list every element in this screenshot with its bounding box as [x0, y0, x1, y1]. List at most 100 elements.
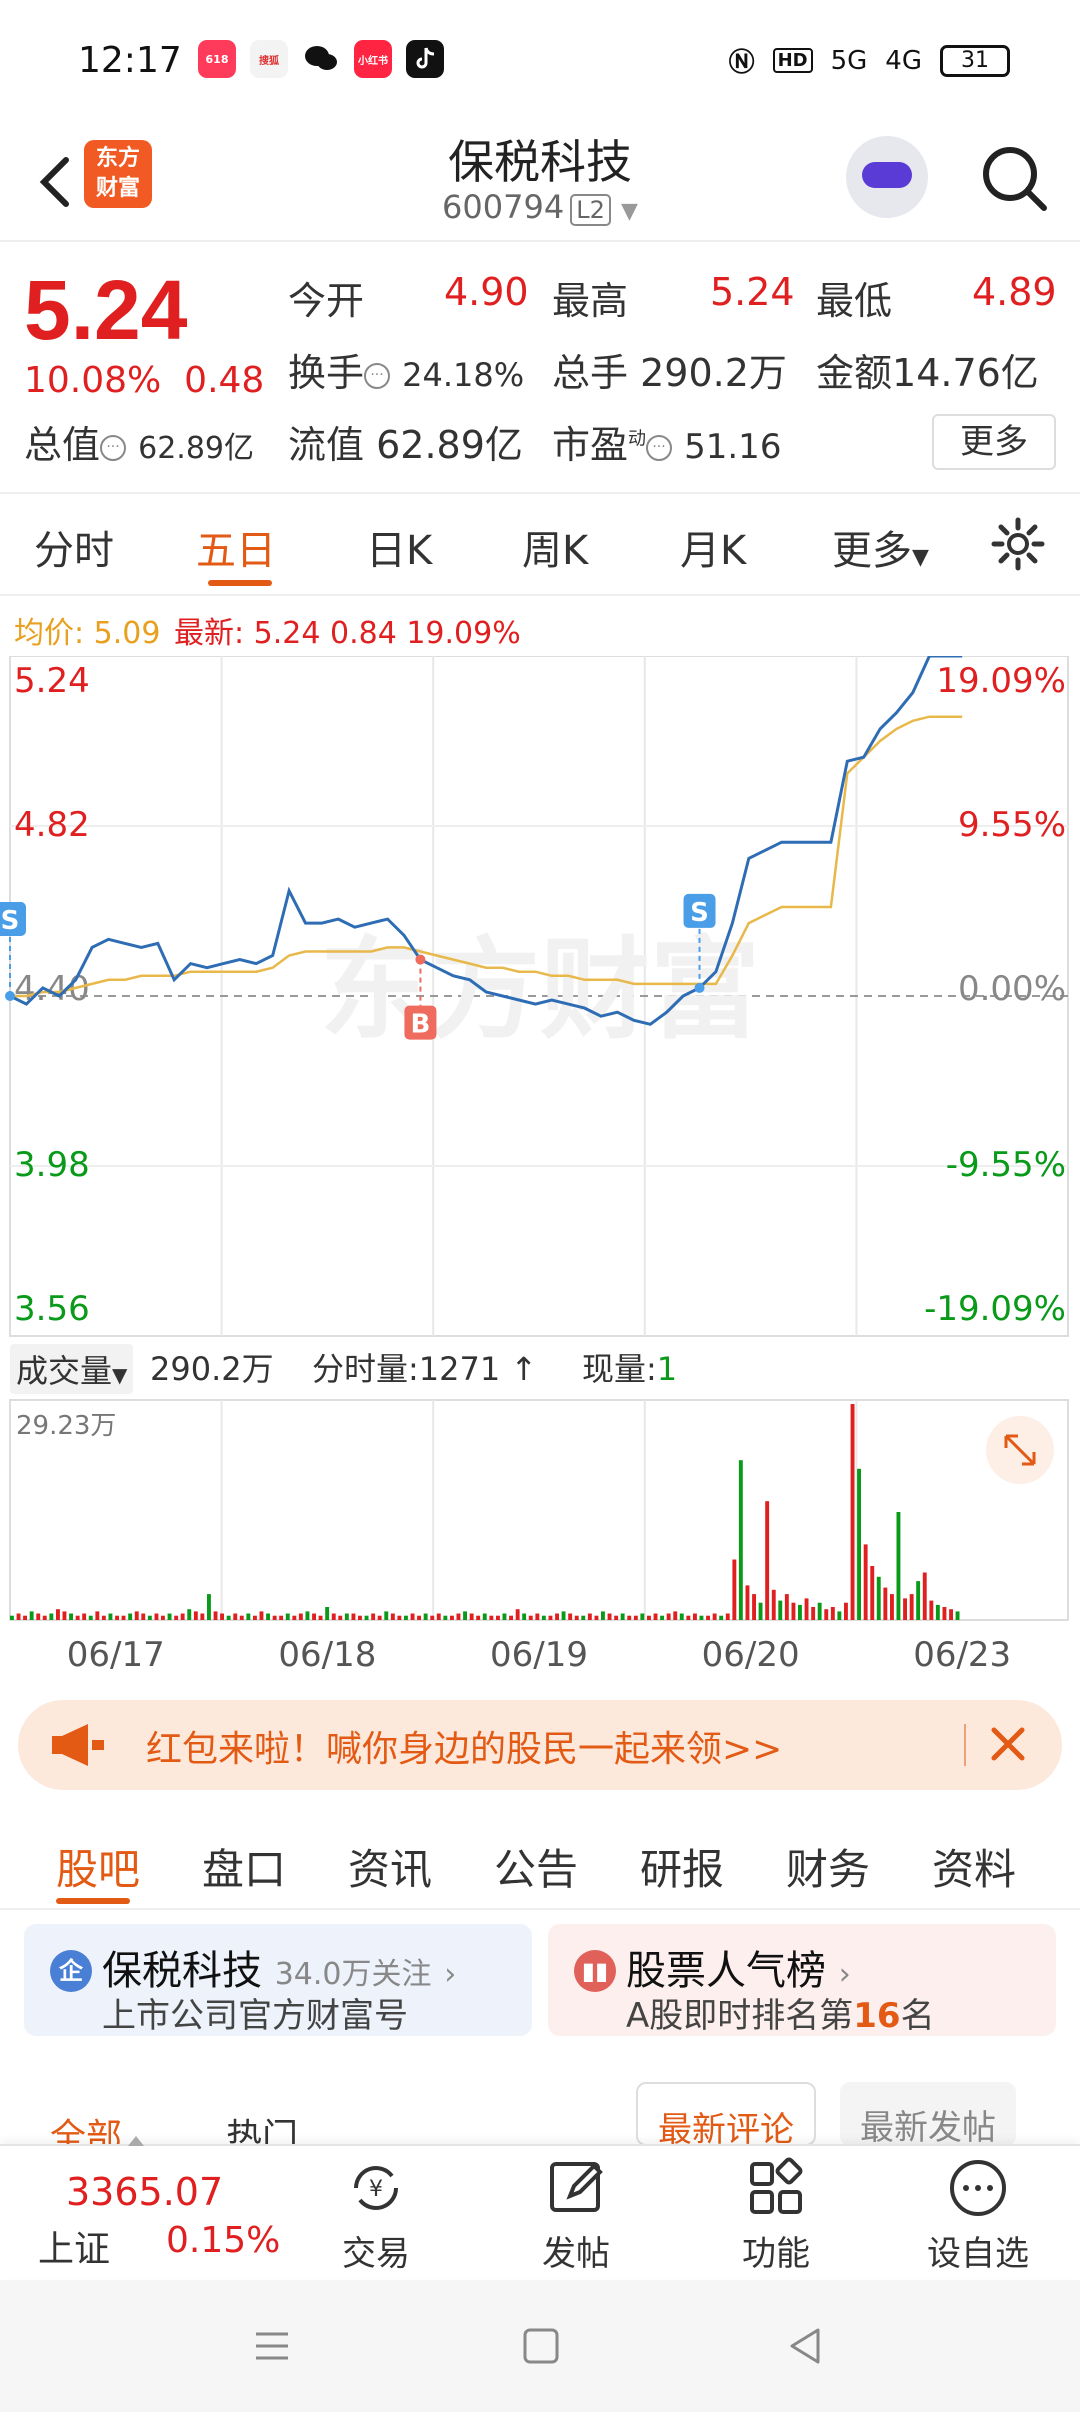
collapse-arrow-icon[interactable]	[128, 2136, 144, 2146]
volume-bar	[798, 1604, 802, 1620]
chart-legend: 均价: 5.09 最新: 5.24 0.84 19.09%	[14, 608, 521, 652]
tab-guba[interactable]: 股吧	[56, 1836, 140, 1897]
volume-bar	[647, 1615, 651, 1620]
status-app-icons: 618 搜狐 小红书	[198, 40, 444, 78]
volume-bar	[220, 1613, 224, 1620]
volume-bar	[23, 1615, 27, 1620]
volume-bar	[404, 1615, 408, 1620]
nav-post[interactable]: 发帖	[506, 2156, 646, 2275]
volume-bar	[141, 1613, 146, 1620]
volume-bar	[489, 1615, 494, 1620]
volume-bar	[686, 1615, 691, 1620]
tab-weekly-k[interactable]: 周K	[522, 518, 588, 576]
company-account-card[interactable]: 企 保税科技 34.0万关注 › 上市公司官方财富号	[24, 1924, 532, 2036]
search-icon[interactable]	[976, 140, 1052, 216]
volume-bar	[253, 1615, 257, 1620]
volume-bar	[765, 1501, 770, 1620]
latest-pct: 19.09%	[406, 616, 521, 651]
menu-icon[interactable]	[252, 2326, 292, 2366]
tab-profile[interactable]: 资料	[932, 1836, 1016, 1897]
xiaohongshu-icon: 小红书	[354, 40, 392, 78]
tick-volume: 分时量:1271 ↑	[312, 1350, 538, 1388]
megaphone-icon	[52, 1724, 104, 1766]
volume-bar	[476, 1615, 481, 1620]
tab-latest-posts[interactable]: 最新发帖	[840, 2082, 1016, 2148]
volume-bar	[752, 1594, 756, 1620]
618-app-icon: 618	[198, 40, 236, 78]
volume-bar	[548, 1615, 553, 1620]
high-price: 最高	[552, 279, 629, 323]
volume-bar	[344, 1613, 349, 1620]
wechat-icon	[302, 40, 340, 78]
tab-daily-k[interactable]: 日K	[366, 518, 432, 576]
tab-monthly-k[interactable]: 月K	[680, 518, 746, 576]
volume-bar	[528, 1615, 533, 1620]
volume-bar	[358, 1615, 362, 1620]
tab-pankou[interactable]: 盘口	[202, 1836, 286, 1897]
more-circle-icon	[950, 2160, 1006, 2216]
nav-functions[interactable]: 功能	[706, 2156, 846, 2275]
marker-label: S	[1, 906, 20, 936]
volume-bar	[436, 1613, 441, 1620]
volume-bar	[272, 1615, 277, 1620]
nav-trade[interactable]: ¥ 交易	[306, 2156, 446, 2275]
marker-label: S	[690, 898, 709, 928]
svg-text:¥: ¥	[369, 2177, 383, 2202]
volume-bar	[62, 1611, 67, 1620]
volume-bar	[423, 1613, 428, 1620]
tab-announcements[interactable]: 公告	[494, 1836, 578, 1897]
volume-bar	[732, 1559, 737, 1620]
enterprise-icon: 企	[50, 1950, 92, 1992]
latest-label: 最新:	[174, 616, 245, 651]
tab-timeshare[interactable]: 分时	[34, 518, 114, 576]
trade-icon: ¥	[354, 2166, 398, 2210]
volume-bar	[259, 1611, 264, 1620]
more-button[interactable]: 更多	[932, 414, 1056, 470]
volume-bar	[673, 1611, 678, 1620]
volume-bar	[29, 1611, 34, 1620]
volume-bar	[351, 1613, 356, 1620]
volume-bar	[719, 1615, 724, 1620]
tab-research[interactable]: 研报	[640, 1836, 724, 1897]
volume-bar	[384, 1611, 389, 1620]
high-value: 5.24	[710, 270, 795, 314]
volume-bar	[443, 1615, 448, 1620]
promo-banner[interactable]: 红包来啦！喊你身边的股民一起来领>>	[18, 1700, 1062, 1790]
battery-icon: 31	[940, 44, 1010, 77]
close-icon[interactable]	[978, 1714, 1038, 1774]
tab-finance[interactable]: 财务	[786, 1836, 870, 1897]
tiktok-icon	[406, 40, 444, 78]
assistant-robot-icon[interactable]	[846, 136, 928, 218]
nfc-icon: Ⓝ	[728, 48, 755, 78]
back-nav-icon[interactable]	[786, 2326, 826, 2366]
volume-bar	[581, 1615, 586, 1620]
volume-bar	[134, 1611, 139, 1620]
volume-bar	[620, 1613, 625, 1620]
marker-label: B	[411, 1010, 431, 1040]
price-chart[interactable]: 东方财富5.244.824.403.983.5619.09%9.55%0.00%…	[0, 656, 1080, 1706]
nav-add-watchlist[interactable]: 设自选	[908, 2156, 1048, 2275]
volume-bar	[390, 1613, 395, 1620]
tab-more[interactable]: 更多▼	[832, 518, 929, 576]
current-volume: 现量:1	[582, 1350, 678, 1388]
volume-bar	[850, 1404, 855, 1620]
volume-bar	[679, 1613, 684, 1620]
home-icon[interactable]	[522, 2326, 560, 2366]
tab-five-day[interactable]: 五日	[196, 518, 276, 576]
x-date-label: 06/20	[702, 1635, 800, 1675]
volume-bar	[298, 1613, 303, 1620]
popularity-card[interactable]: ▮▮ 股票人气榜 › A股即时排名第16名	[548, 1924, 1056, 2036]
tab-news[interactable]: 资讯	[348, 1836, 432, 1897]
volume-bar	[266, 1613, 270, 1620]
tab-latest-comments[interactable]: 最新评论	[636, 2082, 816, 2150]
volume-bar	[541, 1615, 546, 1620]
gear-icon[interactable]	[990, 516, 1046, 572]
volume-bar	[522, 1613, 527, 1620]
volume-bar	[515, 1609, 520, 1620]
y-tick-left: 5.24	[14, 661, 90, 701]
volume-bar	[88, 1615, 93, 1620]
volume-bar	[587, 1613, 592, 1620]
volume-bar	[706, 1615, 710, 1620]
volume-selector[interactable]: 成交量▼	[10, 1344, 134, 1394]
volume-bar	[844, 1602, 848, 1620]
